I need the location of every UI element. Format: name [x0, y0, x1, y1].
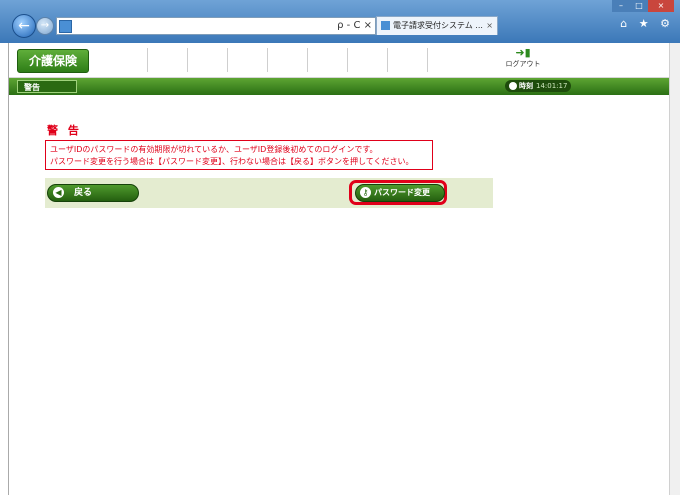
key-icon: ⚷: [360, 187, 371, 198]
back-button[interactable]: ◀ 戻る: [47, 184, 139, 202]
browser-forward-button[interactable]: →: [36, 17, 54, 35]
menu-divider: [307, 48, 308, 72]
change-password-label: パスワード変更: [374, 188, 430, 197]
tab-close-icon[interactable]: ×: [486, 17, 493, 35]
menu-divider: [267, 48, 268, 72]
menu-divider: [187, 48, 188, 72]
browser-back-button[interactable]: ←: [12, 14, 36, 38]
maximize-icon[interactable]: □: [630, 0, 648, 12]
logout-icon: ➜▮: [515, 46, 531, 59]
browser-toolbar-icons[interactable]: ⌂ ★ ⚙: [620, 17, 674, 30]
time-label: 時刻: [519, 82, 533, 90]
logout-button[interactable]: ➜▮ ログアウト: [503, 47, 543, 69]
time-display: 時刻 14:01:17: [505, 80, 571, 92]
app-header: 介護保険 ➜▮ ログアウト: [9, 43, 671, 78]
page-viewport: 介護保険 ➜▮ ログアウト 警告 時刻 14:01:17 警 告 ユーザIDのパス…: [8, 43, 671, 495]
menu-divider: [227, 48, 228, 72]
minimize-icon[interactable]: –: [612, 0, 630, 12]
menu-divider: [387, 48, 388, 72]
tab-title: 電子請求受付システム ...: [393, 21, 483, 30]
time-value: 14:01:17: [536, 82, 568, 90]
address-bar[interactable]: ρ - C ×: [56, 17, 376, 35]
window-controls: – □ ×: [612, 0, 674, 12]
page-favicon-icon: [59, 20, 72, 33]
menu-divider: [427, 48, 428, 72]
warning-message-line: ユーザIDのパスワードの有効期限が切れているか、ユーザID登録後初めてのログイン…: [50, 145, 378, 154]
screen-title-label: 警告: [17, 80, 77, 93]
browser-tab[interactable]: 電子請求受付システム ... ×: [376, 16, 498, 35]
warning-message-line: パスワード変更を行う場合は【パスワード変更】、行わない場合は【戻る】ボタンを押し…: [50, 157, 414, 166]
menu-divider: [347, 48, 348, 72]
browser-titlebar: ← → ρ - C × 電子請求受付システム ... × – □ × ⌂ ★ ⚙: [0, 0, 680, 43]
menu-divider: [147, 48, 148, 72]
address-tools[interactable]: ρ - C ×: [337, 18, 372, 34]
clock-icon: [509, 82, 517, 90]
button-row: ◀ 戻る ⚷ パスワード変更: [45, 178, 493, 208]
vertical-scrollbar[interactable]: [669, 43, 680, 495]
page-title: 警 告: [47, 124, 82, 137]
tab-favicon-icon: [381, 21, 390, 30]
close-icon[interactable]: ×: [648, 0, 674, 12]
logout-label: ログアウト: [505, 60, 541, 68]
app-logo: 介護保険: [17, 49, 89, 73]
back-arrow-icon: ◀: [53, 187, 64, 198]
status-bar: 警告 時刻 14:01:17: [9, 78, 671, 95]
warning-message-box: ユーザIDのパスワードの有効期限が切れているか、ユーザID登録後初めてのログイン…: [45, 140, 433, 170]
change-password-button[interactable]: ⚷ パスワード変更: [355, 184, 445, 202]
back-button-label: 戻る: [74, 188, 93, 198]
